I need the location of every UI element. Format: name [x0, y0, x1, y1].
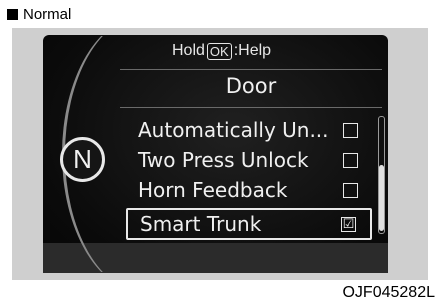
menu-item-horn-feedback[interactable]: Horn Feedback	[126, 174, 372, 206]
square-bullet-icon	[7, 9, 18, 20]
ok-key-icon: OK	[206, 42, 232, 60]
divider	[120, 69, 382, 70]
help-hint: Hold OK :Help	[172, 42, 271, 60]
menu-item-label: Horn Feedback	[138, 178, 288, 202]
menu-item-two-press-unlock[interactable]: Two Press Unlock	[126, 144, 372, 176]
menu-item-smart-trunk[interactable]: Smart Trunk ☑	[126, 208, 372, 240]
menu-title: Door	[225, 74, 277, 98]
checkbox-icon[interactable]	[343, 152, 358, 168]
gear-letter: N	[73, 144, 92, 174]
checkbox-icon[interactable]	[343, 182, 358, 198]
hint-prefix: Hold	[172, 42, 205, 59]
scroll-thumb[interactable]	[379, 165, 384, 231]
scrollbar[interactable]	[378, 116, 385, 234]
menu-item-label: Automatically Un...	[138, 118, 329, 142]
hint-suffix: :Help	[233, 42, 272, 59]
gear-indicator: N	[60, 137, 105, 182]
menu-item-label: Smart Trunk	[140, 212, 262, 236]
divider	[120, 107, 382, 108]
mode-label: Normal	[7, 6, 71, 23]
mode-label-text: Normal	[23, 6, 72, 23]
menu-item-auto-unlock[interactable]: Automatically Un...	[126, 114, 372, 146]
checkbox-icon[interactable]	[343, 122, 358, 138]
figure-code: OJF045282L	[342, 284, 435, 301]
menu-item-label: Two Press Unlock	[138, 148, 309, 172]
checkbox-checked-icon[interactable]: ☑	[341, 216, 356, 232]
